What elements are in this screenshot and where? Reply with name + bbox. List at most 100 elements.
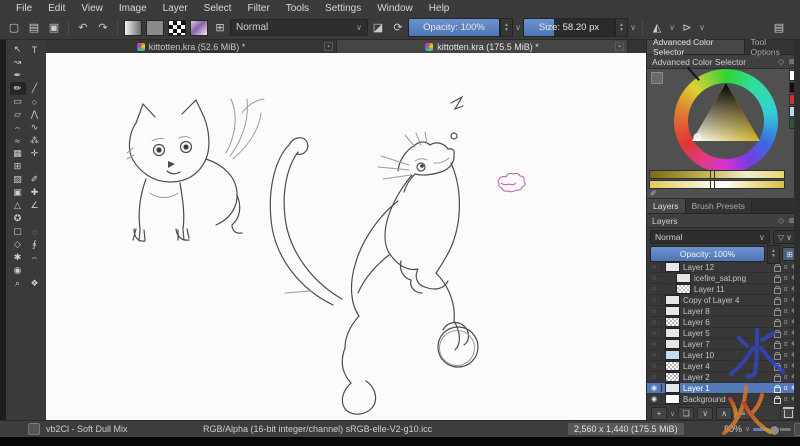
edit-shapes-tool[interactable]: ↝ (10, 56, 26, 69)
alpha-icon[interactable]: α (784, 264, 788, 271)
alpha-icon[interactable]: α (784, 319, 788, 326)
menu-tools[interactable]: Tools (278, 3, 317, 14)
bezier-selection-tool[interactable]: ⌢ (27, 251, 43, 264)
shade-selector-strip-2[interactable] (649, 180, 785, 189)
alpha-icon[interactable]: α (784, 374, 788, 381)
alpha-icon[interactable]: α (784, 352, 788, 359)
lock-icon[interactable] (773, 362, 781, 371)
fill-tool[interactable]: ▣ (10, 186, 26, 199)
alpha-icon[interactable]: α (784, 385, 788, 392)
text-tool[interactable]: T (27, 43, 43, 56)
brush-preset-thumbnail[interactable] (190, 19, 208, 36)
undo-icon[interactable]: ↶ (74, 19, 92, 37)
menu-image[interactable]: Image (111, 3, 155, 14)
layer-opacity-slider[interactable]: Opacity: 100% (650, 246, 765, 262)
redo-icon[interactable]: ↷ (94, 19, 112, 37)
gradient-chooser[interactable] (124, 19, 142, 36)
menu-help[interactable]: Help (421, 3, 458, 14)
brush-presets-icon[interactable]: ⊞ (211, 19, 229, 37)
smart-patch-tool[interactable]: ✚ (27, 186, 43, 199)
freehand-brush-tool[interactable]: ✏ (9, 82, 26, 95)
pattern-chooser[interactable] (146, 19, 164, 36)
new-document-icon[interactable]: ▢ (5, 19, 23, 37)
alpha-icon[interactable]: α (784, 286, 788, 293)
pipette-icon[interactable]: ✐ (650, 189, 657, 198)
visibility-eye-icon[interactable]: ○ (647, 285, 662, 293)
polyline-tool[interactable]: ⋀ (27, 108, 43, 121)
tab-advanced-color-selector[interactable]: Advanced Color Selector (647, 37, 745, 57)
reference-images-tool[interactable]: ✪ (10, 212, 26, 225)
chevron-down-icon[interactable]: ∨ (697, 23, 707, 32)
zoom-tool[interactable]: ⌕ (10, 277, 26, 290)
pan-tool[interactable]: ❖ (27, 277, 43, 290)
chevron-down-icon[interactable]: ∨ (513, 23, 523, 32)
magnetic-selection-tool[interactable]: ◉ (10, 264, 26, 277)
save-icon[interactable]: ▣ (45, 19, 63, 37)
layer-properties-button[interactable]: ≡ (735, 407, 752, 420)
tab-tool-options[interactable]: Tool Options (744, 37, 800, 57)
brush-preset-status-icon[interactable] (28, 423, 40, 435)
layer-row[interactable]: ◉ Background α❖ (647, 394, 800, 405)
lock-icon[interactable] (773, 351, 781, 360)
lock-closed-icon[interactable] (773, 395, 781, 404)
visibility-eye-icon[interactable]: ○ (647, 329, 662, 337)
move-tool[interactable]: ✛ (27, 147, 43, 160)
visibility-eye-icon[interactable]: ◉ (647, 395, 662, 403)
shade-selector-strip-1[interactable] (649, 170, 785, 179)
visibility-eye-icon[interactable]: ○ (647, 340, 662, 348)
layer-row[interactable]: ○ Layer 11 α❖ (647, 284, 800, 295)
visibility-eye-icon[interactable]: ○ (647, 263, 662, 271)
brush-size-slider[interactable]: Size: 58.20 px (523, 18, 615, 37)
crop-tool[interactable]: ⊞ (10, 160, 26, 173)
zoom-slider[interactable] (753, 424, 792, 436)
alpha-icon[interactable]: α (784, 363, 788, 370)
chevron-down-icon[interactable]: ∨ (745, 425, 750, 433)
layer-row[interactable]: ○ Layer 6 α❖ (647, 317, 800, 328)
layer-row[interactable]: ○ Layer 10 α❖ (647, 350, 800, 361)
menu-filter[interactable]: Filter (239, 3, 277, 14)
chevron-down-icon[interactable]: ∨ (667, 23, 677, 32)
panel-scrollbar[interactable] (794, 40, 800, 420)
transform-tool[interactable]: ▦ (10, 147, 26, 160)
selector-settings-icon[interactable] (651, 72, 663, 84)
lock-icon[interactable] (773, 285, 781, 294)
alpha-icon[interactable]: α (784, 297, 788, 304)
opacity-slider[interactable]: Opacity: 100% (408, 18, 500, 37)
lock-icon[interactable] (773, 307, 781, 316)
menu-settings[interactable]: Settings (317, 3, 369, 14)
menu-select[interactable]: Select (196, 3, 240, 14)
color-sampler-tool[interactable]: ✐ (27, 173, 43, 186)
float-docker-icon[interactable]: ◇ (778, 216, 784, 225)
assistants-tool[interactable]: △ (10, 199, 26, 212)
zoom-slider-handle[interactable] (769, 424, 781, 436)
alpha-icon[interactable]: α (784, 275, 788, 282)
lock-icon[interactable] (773, 274, 781, 283)
measure-tool[interactable]: ∠ (27, 199, 43, 212)
line-tool[interactable]: ╱ (27, 82, 43, 95)
ellipse-tool[interactable]: ○ (27, 95, 43, 108)
visibility-eye-icon[interactable]: ○ (647, 307, 662, 315)
document-size-info[interactable]: 2,560 x 1,440 (175.5 MiB) (568, 423, 684, 435)
saturation-value-triangle[interactable] (684, 79, 768, 163)
layer-row[interactable]: ○ Layer 5 α❖ (647, 328, 800, 339)
layer-row[interactable]: ○ Copy of Layer 4 α❖ (647, 295, 800, 306)
chevron-down-icon[interactable]: ∨ (628, 23, 638, 32)
select-shapes-tool[interactable]: ↖ (10, 43, 26, 56)
mirror-horizontal-icon[interactable]: ◭ (648, 19, 666, 37)
add-layer-button[interactable]: + (651, 407, 667, 420)
lock-icon[interactable] (773, 296, 781, 305)
layer-row-selected[interactable]: ◉ Layer 1 α❖ (647, 383, 800, 394)
tab-close-icon[interactable]: ▪ (324, 42, 333, 51)
polygonal-selection-tool[interactable]: ◇ (10, 238, 26, 251)
lock-icon[interactable] (773, 318, 781, 327)
menu-file[interactable]: File (8, 3, 40, 14)
similar-color-selection-tool[interactable]: ✱ (10, 251, 26, 264)
alpha-icon[interactable]: α (784, 396, 788, 403)
alpha-icon[interactable]: α (784, 308, 788, 315)
freehand-path-tool[interactable]: ∿ (27, 121, 43, 134)
opacity-spinner[interactable]: ▲ ▼ (500, 18, 513, 37)
alpha-icon[interactable]: α (784, 341, 788, 348)
blending-mode-dropdown[interactable]: Normal ∨ (230, 19, 368, 36)
layer-row[interactable]: ○ Layer 4 α❖ (647, 361, 800, 372)
size-spinner[interactable]: ▲ ▼ (615, 18, 628, 37)
